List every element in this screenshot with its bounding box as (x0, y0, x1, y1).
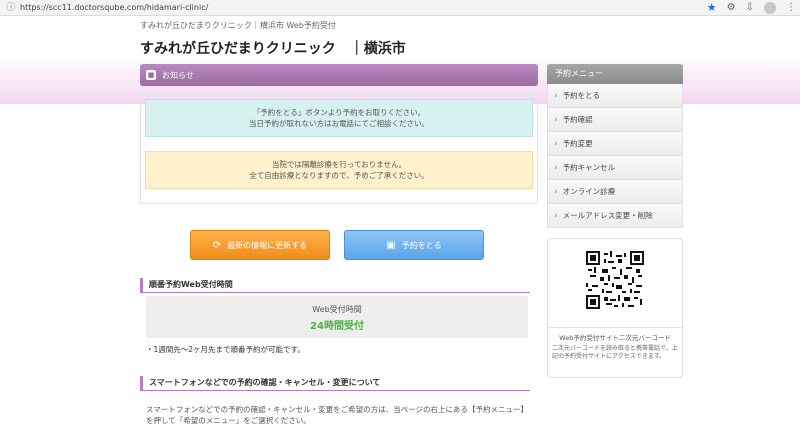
box-icon: ▣ (386, 239, 396, 251)
sidebar-item-label: 予約変更 (562, 139, 593, 148)
refresh-icon: ⟳ (212, 239, 222, 251)
main-content: ■ お知らせ 「予約をとる」ボタンより予約をお取りください。 当日予約が取れない… (140, 64, 538, 425)
smartphone-heading: スマートフォンなどでの予約の確認・キャンセル・変更について (140, 376, 530, 391)
kebab-menu-icon[interactable]: ⋮ (786, 2, 796, 14)
sidebar-item-label: オンライン診療 (562, 187, 616, 196)
bell-icon: ■ (146, 70, 156, 80)
news-section-title: お知らせ (162, 70, 194, 80)
chevron-right-icon: › (554, 186, 558, 197)
chevron-right-icon: › (554, 162, 558, 173)
smartphone-text: スマートフォンなどでの予約の確認・キャンセル・変更をご希望の方は、当ページの右上… (146, 405, 525, 425)
sidebar: 予約メニュー › 予約をとる › 予約確認 › 予約変更 › 予約キャンセル › オンライ… (547, 64, 683, 228)
download-icon[interactable]: ⇩ (746, 2, 754, 14)
refresh-button-label: 最新の情報に更新する (227, 240, 308, 250)
qr-caption: Web予約受付サイト二次元バーコード (548, 327, 682, 342)
notice-blue-line-1: 「予約をとる」ボタンより予約をお取りください。 (252, 108, 426, 117)
sidebar-item-confirm[interactable]: › 予約確認 (547, 108, 683, 132)
notice-container: 「予約をとる」ボタンより予約をお取りください。 当日予約が取れない方はお電話にて… (140, 94, 538, 204)
chevron-right-icon: › (554, 90, 558, 101)
sidebar-item-email[interactable]: › メールアドレス変更・削除 (547, 204, 683, 228)
web-hours-label: Web受付時間 (312, 305, 362, 314)
action-buttons: ⟳ 最新の情報に更新する ▣ 予約をとる (190, 230, 484, 260)
puzzle-icon[interactable]: ⚙ (727, 2, 736, 14)
reserve-button[interactable]: ▣ 予約をとる (344, 230, 484, 260)
chevron-right-icon: › (554, 114, 558, 125)
sidebar-item-label: 予約確認 (562, 115, 593, 124)
sidebar-title: 予約メニュー (547, 64, 683, 84)
notice-blue: 「予約をとる」ボタンより予約をお取りください。 当日予約が取れない方はお電話にて… (145, 99, 533, 137)
sidebar-item-change[interactable]: › 予約変更 (547, 132, 683, 156)
refresh-button[interactable]: ⟳ 最新の情報に更新する (190, 230, 330, 260)
notice-yellow-line-2: 全て自由診療となりますので、予めご了承ください。 (249, 171, 429, 180)
avatar[interactable] (764, 2, 776, 14)
notice-blue-line-2: 当日予約が取れない方はお電話にてご相談ください。 (249, 119, 429, 128)
address-bar[interactable]: https://scc11.doctorsqube.com/hidamari-c… (20, 3, 208, 12)
header-subtitle: すみれが丘ひだまりクリニック｜横浜市 Web予約受付 (140, 21, 336, 30)
qr-box: Web予約受付サイト二次元バーコード 二次元バーコードを読み取ると携帯電話で、上… (547, 238, 683, 378)
browser-toolbar: ⓘ https://scc11.doctorsqube.com/hidamari… (0, 0, 800, 16)
reserve-button-label: 予約をとる (401, 240, 442, 250)
browser-actions: ★ ⚙ ⇩ ⋮ (707, 2, 796, 14)
star-icon[interactable]: ★ (707, 2, 717, 14)
page-title[interactable]: すみれが丘ひだまりクリニック ｜横浜市 (140, 38, 406, 58)
sidebar-item-cancel[interactable]: › 予約キャンセル (547, 156, 683, 180)
notice-yellow-line-1: 当院では隔離診療を行っておりません。 (271, 160, 407, 169)
info-icon[interactable]: ⓘ (6, 3, 16, 13)
web-hours-box: Web受付時間 24時間受付 (146, 296, 528, 338)
sidebar-item-online[interactable]: › オンライン診療 (547, 180, 683, 204)
reservation-note: ・1週間先～2ヶ月先まで順番予約が可能です。 (146, 345, 305, 354)
web-hours-value: 24時間受付 (310, 321, 364, 332)
chevron-right-icon: › (554, 138, 558, 149)
qr-code (586, 251, 644, 309)
qr-description: 二次元バーコードを読み取ると携帯電話で、上記の予約受付サイトにアクセスできます。 (552, 345, 678, 360)
web-hours-heading: 順番予約Web受付時間 (140, 278, 530, 293)
sidebar-item-label: メールアドレス変更・削除 (562, 211, 653, 220)
news-section-header: ■ お知らせ (140, 64, 538, 86)
sidebar-item-reserve[interactable]: › 予約をとる (547, 84, 683, 108)
chevron-right-icon: › (554, 210, 558, 221)
sidebar-item-label: 予約キャンセル (562, 163, 616, 172)
notice-yellow: 当院では隔離診療を行っておりません。 全て自由診療となりますので、予めご了承くだ… (145, 151, 533, 189)
sidebar-item-label: 予約をとる (562, 91, 601, 100)
